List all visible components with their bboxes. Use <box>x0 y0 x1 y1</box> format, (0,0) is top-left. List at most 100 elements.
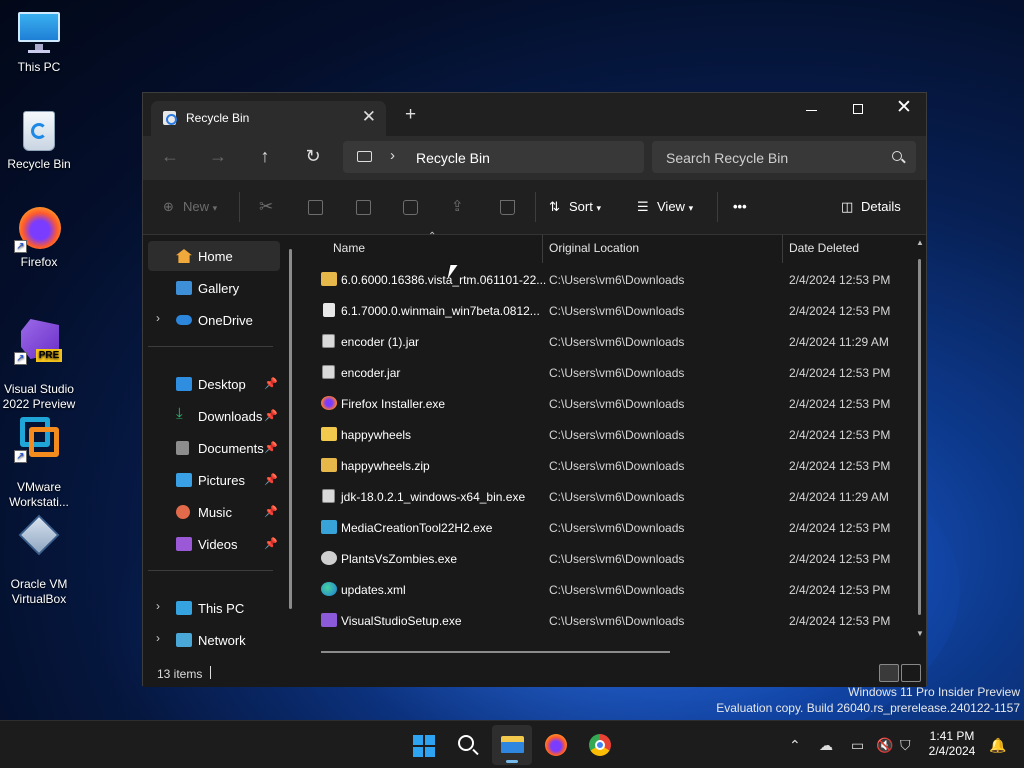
file-name[interactable]: 6.0.6000.16386.vista_rtm.061101-22... <box>341 273 546 287</box>
file-name[interactable]: encoder (1).jar <box>341 335 419 349</box>
file-name[interactable]: VisualStudioSetup.exe <box>341 614 462 628</box>
file-date-deleted: 2/4/2024 12:53 PM <box>789 583 891 597</box>
column-header-date-deleted[interactable]: Date Deleted <box>789 241 859 255</box>
details-view-icon[interactable] <box>879 664 899 682</box>
copy-icon[interactable] <box>308 197 323 219</box>
sidebar-item-videos[interactable]: Videos 📌 <box>148 529 280 559</box>
file-name[interactable]: 6.1.7000.0.winmain_win7beta.0812... <box>341 304 540 318</box>
scroll-up-icon[interactable]: ▲ <box>916 238 924 247</box>
desktop-icon-label: Firefox <box>20 255 58 269</box>
file-name[interactable]: Firefox Installer.exe <box>341 397 445 411</box>
start-button[interactable] <box>404 725 444 765</box>
file-row[interactable]: PlantsVsZombies.exe C:\Users\vm6\Download… <box>313 544 903 574</box>
taskbar-file-explorer[interactable] <box>492 725 532 765</box>
address-bar[interactable]: › Recycle Bin <box>343 141 644 173</box>
column-header-original-location[interactable]: Original Location <box>549 241 639 255</box>
view-button[interactable]: ☰ View ▾ <box>637 197 693 219</box>
sidebar-item-pictures[interactable]: Pictures 📌 <box>148 465 280 495</box>
sidebar-item-desktop[interactable]: Desktop 📌 <box>148 369 280 399</box>
close-button[interactable]: ✕ <box>881 97 927 125</box>
delete-icon[interactable] <box>500 197 515 219</box>
file-row[interactable]: happywheels C:\Users\vm6\Downloads 2/4/202… <box>313 420 903 450</box>
scrollbar-thumb[interactable] <box>918 259 921 615</box>
file-original-location: C:\Users\vm6\Downloads <box>549 552 685 566</box>
desktop-icon-this-pc[interactable]: This PC <box>2 10 76 75</box>
sidebar-item-onedrive[interactable]: › OneDrive <box>148 305 280 335</box>
file-original-location: C:\Users\vm6\Downloads <box>549 521 685 535</box>
system-clock[interactable]: 1:41 PM 2/4/2024 <box>920 729 984 759</box>
tab-close-icon[interactable]: ✕ <box>362 107 376 127</box>
more-options-button[interactable]: ••• <box>733 197 747 219</box>
breadcrumb-recycle-bin[interactable]: Recycle Bin <box>416 150 490 166</box>
sidebar-item-music[interactable]: Music 📌 <box>148 497 280 527</box>
tab-recycle-bin[interactable]: Recycle Bin ✕ <box>151 101 386 136</box>
file-name[interactable]: happywheels <box>341 428 411 442</box>
file-name[interactable]: MediaCreationTool22H2.exe <box>341 521 492 535</box>
rename-icon[interactable] <box>403 197 418 219</box>
back-arrow-icon[interactable]: ← <box>154 141 186 173</box>
search-input[interactable]: Search Recycle Bin <box>666 150 788 166</box>
column-divider[interactable] <box>542 235 543 263</box>
new-button[interactable]: ⊕ New ▾ <box>163 197 217 219</box>
network-display-icon[interactable]: ▭ <box>851 737 864 754</box>
paste-icon[interactable] <box>356 197 371 219</box>
file-row[interactable]: MediaCreationTool22H2.exe C:\Users\vm6\Do… <box>313 513 903 543</box>
notification-bell-icon[interactable]: 🔔 <box>989 737 1006 754</box>
file-name[interactable]: happywheels.zip <box>341 459 430 473</box>
file-name[interactable]: updates.xml <box>341 583 406 597</box>
new-tab-icon[interactable]: + <box>405 104 416 126</box>
nav-scrollbar[interactable] <box>289 249 292 609</box>
file-row[interactable]: Firefox Installer.exe C:\Users\vm6\Downlo… <box>313 389 903 419</box>
up-arrow-icon[interactable]: ↑ <box>249 141 281 173</box>
plus-circle-icon: ⊕ <box>163 199 174 214</box>
speaker-muted-icon[interactable]: 🔇 <box>876 737 893 754</box>
refresh-icon[interactable]: ↻ <box>297 141 329 173</box>
search-box[interactable]: Search Recycle Bin <box>652 141 916 173</box>
sidebar-item-documents[interactable]: Documents 📌 <box>148 433 280 463</box>
file-row[interactable]: updates.xml C:\Users\vm6\Downloads 2/4/202… <box>313 575 903 605</box>
desktop-icon-firefox[interactable]: ↗ Firefox <box>2 205 76 270</box>
file-row[interactable]: encoder (1).jar C:\Users\vm6\Downloads 2/4… <box>313 327 903 357</box>
media-creation-tool-icon <box>321 520 337 534</box>
column-divider[interactable] <box>782 235 783 263</box>
chevron-right-icon[interactable]: › <box>156 631 160 645</box>
sidebar-item-network[interactable]: › Network <box>148 625 280 655</box>
file-name[interactable]: jdk-18.0.2.1_windows-x64_bin.exe <box>341 490 525 504</box>
taskbar-chrome[interactable] <box>580 725 620 765</box>
scroll-down-icon[interactable]: ▼ <box>916 629 924 638</box>
sidebar-item-home[interactable]: Home <box>148 241 280 271</box>
file-name[interactable]: encoder.jar <box>341 366 400 380</box>
file-row[interactable]: 6.1.7000.0.winmain_win7beta.0812... C:\Us… <box>313 296 903 326</box>
share-icon[interactable]: ⇪ <box>451 197 464 219</box>
divider <box>717 192 718 222</box>
vertical-scrollbar[interactable]: ▲ ▼ <box>916 238 924 651</box>
sort-button[interactable]: ⇅ Sort ▾ <box>549 197 601 219</box>
maximize-button[interactable] <box>835 97 881 125</box>
chevron-right-icon[interactable]: › <box>390 147 395 164</box>
horizontal-scrollbar[interactable] <box>321 651 670 653</box>
cut-icon[interactable]: ✂ <box>259 197 273 219</box>
sidebar-item-gallery[interactable]: Gallery <box>148 273 280 303</box>
security-shield-icon[interactable]: ⛉ <box>900 737 911 754</box>
file-row[interactable]: happywheels.zip C:\Users\vm6\Downloads 2/4… <box>313 451 903 481</box>
details-button[interactable]: ◫ Details <box>841 197 901 219</box>
file-row[interactable]: jdk-18.0.2.1_windows-x64_bin.exe C:\Users… <box>313 482 903 512</box>
sidebar-item-downloads[interactable]: ⤓ Downloads 📌 <box>148 401 280 431</box>
file-name[interactable]: PlantsVsZombies.exe <box>341 552 457 566</box>
desktop-icon-recycle-bin[interactable]: Recycle Bin <box>2 107 76 172</box>
minimize-button[interactable] <box>789 97 835 125</box>
chevron-right-icon[interactable]: › <box>156 599 160 613</box>
file-row[interactable]: VisualStudioSetup.exe C:\Users\vm6\Downlo… <box>313 606 903 636</box>
file-row[interactable]: encoder.jar C:\Users\vm6\Downloads 2/4/202… <box>313 358 903 388</box>
taskbar-firefox[interactable] <box>536 725 576 765</box>
column-header-name[interactable]: Name <box>333 241 365 255</box>
show-hidden-icons-chevron-icon[interactable]: ⌃ <box>789 737 801 754</box>
sidebar-item-this-pc[interactable]: › This PC <box>148 593 280 623</box>
onedrive-offline-icon[interactable]: ☁ <box>819 737 833 754</box>
search-button[interactable] <box>448 725 488 765</box>
large-icons-view-icon[interactable] <box>901 664 921 682</box>
chevron-right-icon[interactable]: › <box>156 311 160 325</box>
file-row[interactable]: 6.0.6000.16386.vista_rtm.061101-22... C:\… <box>313 265 903 295</box>
forward-arrow-icon[interactable]: → <box>202 141 234 173</box>
desktop-icon-virtualbox[interactable]: Oracle VM VirtualBox <box>2 497 76 622</box>
